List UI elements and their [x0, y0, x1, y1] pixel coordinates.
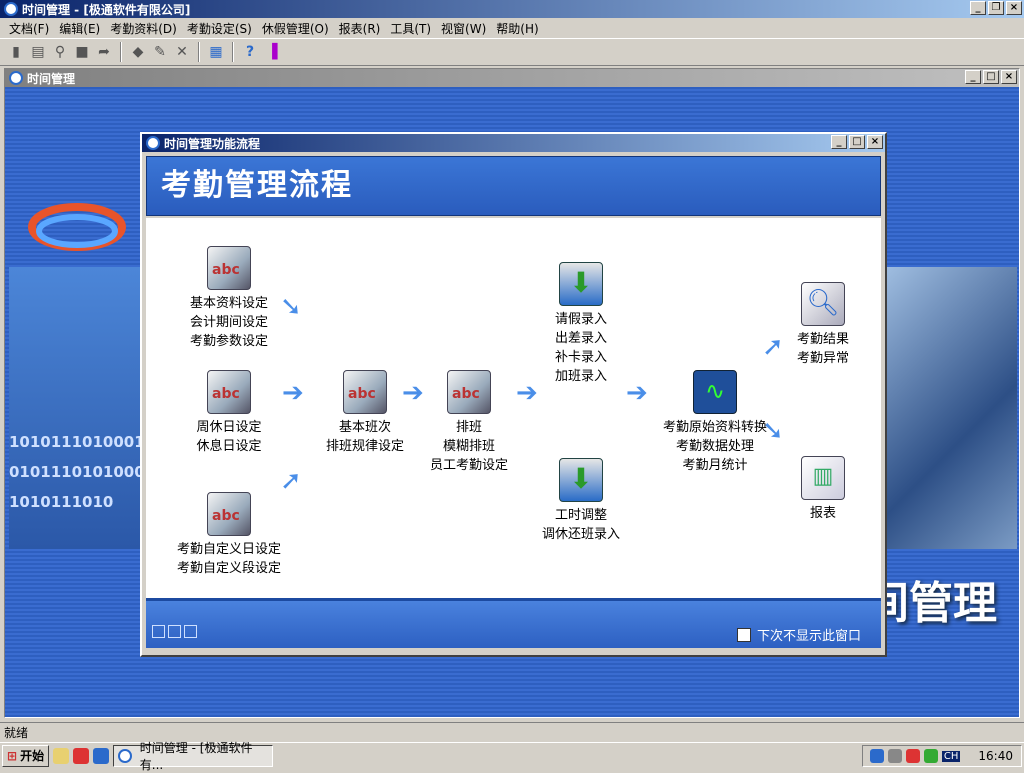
tag-icon[interactable]: ◆ — [128, 42, 148, 62]
menu-leave[interactable]: 休假管理(O) — [257, 20, 334, 37]
start-button[interactable]: ⊞ 开始 — [2, 744, 50, 767]
dialog-minimize-button[interactable]: _ — [831, 135, 847, 149]
binary-decoration: 1010111010001 0101110101000 1010111010 — [9, 267, 141, 549]
mdi-minimize-button[interactable]: _ — [965, 70, 981, 84]
abc-icon — [207, 492, 251, 536]
checkbox-label[interactable]: 下次不显示此窗口 — [757, 625, 861, 644]
taskbar: ⊞ 开始 时间管理 - [极通软件有... CH 16:40 — [0, 741, 1024, 772]
node-report[interactable]: ▥ 报表 — [778, 456, 868, 523]
windows-logo-icon: ⊞ — [7, 748, 18, 763]
toolbar: ▮ ▤ ⚲ ■ ➦ ◆ ✎ ✕ ▦ ? ▐ — [0, 38, 1024, 66]
node-basic-settings[interactable]: 基本资料设定 会计期间设定 考勤参数设定 — [174, 246, 284, 351]
flow-banner: 考勤管理流程 — [146, 156, 881, 216]
new-icon[interactable]: ▮ — [6, 42, 26, 62]
system-tray: CH 16:40 — [862, 745, 1022, 767]
menu-tools[interactable]: 工具(T) — [385, 20, 436, 37]
user-icon[interactable] — [923, 749, 938, 763]
save-icon[interactable]: ■ — [72, 42, 92, 62]
menu-edit[interactable]: 编辑(E) — [54, 20, 105, 37]
window-icon[interactable]: ▦ — [206, 42, 226, 62]
mdi-maximize-button[interactable]: □ — [983, 70, 999, 84]
arrow-icon: ➔ — [282, 378, 304, 408]
dialog-maximize-button[interactable]: □ — [849, 135, 865, 149]
app-title: 时间管理 - [极通软件有限公司] — [22, 2, 191, 17]
node-custom-settings[interactable]: 考勤自定义日设定 考勤自定义段设定 — [164, 492, 294, 578]
media-icon[interactable] — [73, 747, 90, 764]
dont-show-checkbox[interactable]: 下次不显示此窗口 — [736, 625, 861, 644]
edit-icon[interactable]: ✎ — [150, 42, 170, 62]
mdi-titlebar: 时间管理 _ □ × — [5, 69, 1019, 87]
node-hours-adjust[interactable]: 工时调整 调休还班录入 — [526, 458, 636, 544]
node-weekly-off[interactable]: 周休日设定 休息日设定 — [174, 370, 284, 456]
abc-icon — [207, 246, 251, 290]
mdi-icon — [9, 71, 23, 85]
mdi-close-button[interactable]: × — [1001, 70, 1017, 84]
magnifier-icon: 🔍︎ — [801, 282, 845, 326]
chart-icon: ▥ — [801, 456, 845, 500]
close-button[interactable]: × — [1006, 1, 1022, 15]
download-icon — [559, 262, 603, 306]
clock[interactable]: 16:40 — [978, 749, 1013, 763]
app-icon — [4, 2, 18, 16]
export-icon[interactable]: ➦ — [94, 42, 114, 62]
task-app-icon — [118, 748, 132, 763]
menubar: 文档(F) 编辑(E) 考勤资料(D) 考勤设定(S) 休假管理(O) 报表(R… — [0, 18, 1024, 38]
browser-icon[interactable] — [93, 747, 110, 764]
abc-icon — [447, 370, 491, 414]
dialog-titlebar: 时间管理功能流程 _ □ × — [142, 134, 885, 152]
exit-icon[interactable]: ▐ — [262, 42, 282, 62]
flow-dialog: 时间管理功能流程 _ □ × 考勤管理流程 基本资料设定 会计期间设定 考勤参数… — [140, 132, 887, 657]
mdi-title: 时间管理 — [27, 71, 76, 86]
preview-icon[interactable]: ⚲ — [50, 42, 70, 62]
company-logo-icon — [28, 203, 126, 251]
menu-help[interactable]: 帮助(H) — [491, 20, 543, 37]
volume-icon[interactable] — [905, 749, 920, 763]
menu-attendance-settings[interactable]: 考勤设定(S) — [182, 20, 257, 37]
shield-icon[interactable] — [869, 749, 884, 763]
node-results[interactable]: 🔍︎ 考勤结果 考勤异常 — [778, 282, 868, 368]
flow-content: 基本资料设定 会计期间设定 考勤参数设定 周休日设定 休息日设定 考勤自定义日设… — [146, 218, 881, 598]
menu-file[interactable]: 文档(F) — [4, 20, 54, 37]
download-icon — [559, 458, 603, 502]
dialog-title: 时间管理功能流程 — [164, 136, 261, 151]
dialog-icon — [146, 136, 160, 150]
app-titlebar: 时间管理 - [极通软件有限公司] _ ❐ × — [0, 0, 1024, 18]
arrow-icon: ➘ — [280, 292, 302, 322]
node-schedule[interactable]: 排班 模糊排班 员工考勤设定 — [414, 370, 524, 475]
monitor-wave-icon: ∿ — [693, 370, 737, 414]
print-icon[interactable]: ▤ — [28, 42, 48, 62]
arrow-icon: ➘ — [762, 416, 784, 446]
menu-attendance-data[interactable]: 考勤资料(D) — [105, 20, 182, 37]
decor-squares — [152, 625, 197, 638]
help-icon[interactable]: ? — [240, 42, 260, 62]
dialog-close-button[interactable]: × — [867, 135, 883, 149]
menu-window[interactable]: 视窗(W) — [436, 20, 491, 37]
language-indicator[interactable]: CH — [941, 750, 961, 762]
checkbox-box[interactable] — [736, 627, 751, 642]
menu-report[interactable]: 报表(R) — [334, 20, 386, 37]
minimize-button[interactable]: _ — [970, 1, 986, 15]
arrow-icon: ➚ — [280, 466, 302, 496]
money-photo — [887, 267, 1017, 549]
network-icon[interactable] — [887, 749, 902, 763]
dialog-footer: 下次不显示此窗口 — [146, 598, 881, 648]
restore-button[interactable]: ❐ — [988, 1, 1004, 15]
delete-icon[interactable]: ✕ — [172, 42, 192, 62]
taskbar-app-button[interactable]: 时间管理 - [极通软件有... — [113, 741, 274, 772]
desktop-icon[interactable] — [53, 747, 70, 764]
abc-icon — [343, 370, 387, 414]
abc-icon — [207, 370, 251, 414]
node-leave-entry[interactable]: 请假录入 出差录入 补卡录入 加班录入 — [526, 262, 636, 386]
